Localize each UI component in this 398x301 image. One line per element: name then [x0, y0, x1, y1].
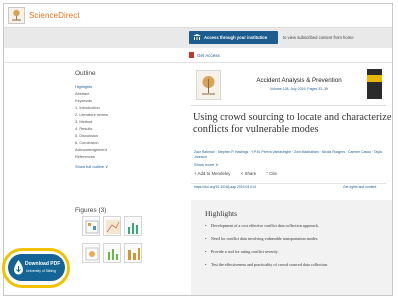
download-pdf-button[interactable]: Download PDF University of Stirling: [8, 254, 65, 281]
cite-button[interactable]: ” Cite: [266, 171, 277, 176]
institution-icon: [193, 34, 201, 40]
outline-item-conclusion[interactable]: 6. Conclusion: [75, 139, 165, 146]
elsevier-logo-icon[interactable]: [8, 7, 25, 24]
outline-item-acknowledgement[interactable]: Acknowledgement: [75, 146, 165, 153]
get-access-row: Get Access: [4, 48, 392, 63]
download-pdf-label: Download PDF: [25, 261, 61, 267]
figure-thumbnail[interactable]: [124, 243, 142, 263]
outline-item-references[interactable]: References: [75, 153, 165, 160]
outline-item-introduction[interactable]: 1. Introduction: [75, 104, 165, 111]
figure-thumbnail[interactable]: [103, 243, 121, 263]
add-to-mendeley-button[interactable]: + Add to Mendeley: [194, 171, 231, 176]
journal-volume[interactable]: Volume 128, July 2019, Pages 32–39: [239, 87, 359, 91]
outline-panel: Outline Highlights Abstract Keywords 1. …: [75, 70, 165, 169]
access-institution-button[interactable]: Access through your institution: [189, 31, 278, 44]
figure-thumbnail[interactable]: [103, 216, 121, 236]
show-full-outline-link[interactable]: Show full outline ∨: [75, 164, 165, 169]
highlight-item: Provide a tool for rating conflict sever…: [205, 249, 391, 262]
share-button[interactable]: < Share: [241, 171, 257, 176]
brand-name[interactable]: ScienceDirect: [29, 11, 80, 20]
highlight-item: Test the effectiveness and practicality …: [205, 262, 391, 275]
figure-thumbnail[interactable]: [82, 216, 100, 236]
get-access-label: Get Access: [197, 53, 220, 58]
outline-item-literature-review[interactable]: 2. Literature review: [75, 111, 165, 118]
get-access-link[interactable]: Get Access: [189, 52, 220, 58]
author-list[interactable]: Zaur Rahman · Stephen P. Hastings · Y.P.…: [194, 150, 386, 161]
outline-item-method[interactable]: 3. Method: [75, 118, 165, 125]
download-pdf-icon: [14, 260, 23, 275]
highlights-section: Highlights Development of a cost effecti…: [191, 200, 392, 295]
highlights-list: Development of a cost effective conflict…: [205, 223, 391, 275]
outline-item-highlights[interactable]: Highlights: [75, 83, 165, 90]
article-actions: + Add to Mendeley < Share ” Cite: [194, 171, 286, 179]
figure-thumbnail[interactable]: [124, 216, 142, 236]
access-bar: Access through your institution to view …: [4, 28, 392, 48]
figures-title: Figures (3): [75, 207, 107, 214]
figure-thumbnails: [82, 216, 167, 270]
elsevier-cover-icon[interactable]: [196, 70, 221, 100]
outline-item-results[interactable]: 4. Results: [75, 125, 165, 132]
site-header: ScienceDirect: [4, 4, 392, 28]
highlight-item: Development of a cost effective conflict…: [205, 223, 391, 236]
divider: [191, 105, 386, 106]
journal-title[interactable]: Accident Analysis & Prevention: [239, 77, 359, 84]
article-title: Using crowd sourcing to locate and chara…: [193, 112, 392, 135]
download-institution-label: University of Stirling: [26, 269, 56, 273]
outline-item-discussion[interactable]: 5. Discussion: [75, 132, 165, 139]
doi-link[interactable]: https://doi.org/10.1016/j.aap.2019.03.01…: [194, 185, 256, 189]
pdf-icon: [189, 52, 194, 58]
highlights-title: Highlights: [205, 209, 238, 218]
outline-item-abstract[interactable]: Abstract: [75, 90, 165, 97]
show-more-link[interactable]: Show more ∨: [194, 162, 218, 167]
divider: [191, 183, 386, 184]
outline-item-keywords[interactable]: Keywords: [75, 97, 165, 104]
figure-thumbnail[interactable]: [82, 243, 100, 263]
outline-title: Outline: [75, 70, 96, 77]
access-hint: to view subscribed content from home: [283, 35, 354, 40]
access-button-label: Access through your institution: [204, 35, 268, 40]
highlight-item: Need for conflict data involving vulnera…: [205, 236, 391, 249]
rights-link[interactable]: Get rights and content: [343, 185, 376, 189]
journal-cover-thumbnail[interactable]: [367, 69, 382, 99]
